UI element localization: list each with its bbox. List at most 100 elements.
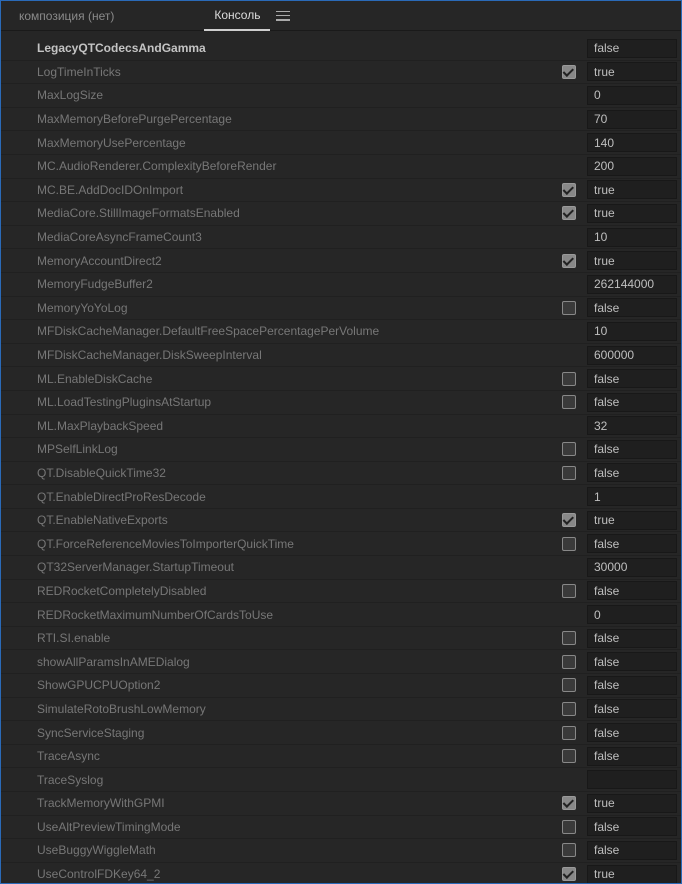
setting-checkbox[interactable] [562, 702, 576, 716]
setting-value-input[interactable]: false [587, 581, 677, 600]
setting-name: MC.BE.AddDocIDOnImport [1, 183, 555, 197]
setting-name: showAllParamsInAMEDialog [1, 655, 555, 669]
setting-value-input[interactable]: 0 [587, 86, 677, 105]
setting-name: TraceSyslog [1, 773, 555, 787]
setting-checkbox[interactable] [562, 655, 576, 669]
setting-value-input[interactable]: 1 [587, 487, 677, 506]
setting-value-input[interactable]: 600000 [587, 346, 677, 365]
setting-value-input[interactable]: 10 [587, 322, 677, 341]
settings-row: QT.ForceReferenceMoviesToImporterQuickTi… [1, 532, 681, 556]
setting-checkbox[interactable] [562, 513, 576, 527]
settings-list: LegacyQTCodecsAndGammafalse LogTimeInTick… [1, 31, 681, 883]
setting-checkbox[interactable] [562, 796, 576, 810]
setting-checkbox-cell [555, 442, 583, 456]
setting-checkbox[interactable] [562, 584, 576, 598]
setting-checkbox[interactable] [562, 395, 576, 409]
setting-checkbox[interactable] [562, 206, 576, 220]
setting-checkbox[interactable] [562, 820, 576, 834]
setting-value-input[interactable]: true [587, 204, 677, 223]
setting-value-input[interactable]: true [587, 511, 677, 530]
setting-value-input[interactable] [587, 770, 677, 789]
setting-checkbox[interactable] [562, 183, 576, 197]
setting-value-input[interactable]: false [587, 699, 677, 718]
setting-value-input[interactable]: true [587, 62, 677, 81]
setting-checkbox-cell [555, 301, 583, 315]
settings-row: MaxMemoryBeforePurgePercentage70 [1, 108, 681, 132]
setting-name: ShowGPUCPUOption2 [1, 678, 555, 692]
setting-value-input[interactable]: false [587, 440, 677, 459]
setting-checkbox[interactable] [562, 372, 576, 386]
settings-row: REDRocketMaximumNumberOfCardsToUse0 [1, 603, 681, 627]
settings-row: MediaCoreAsyncFrameCount310 [1, 226, 681, 250]
setting-name: ML.LoadTestingPluginsAtStartup [1, 395, 555, 409]
settings-row: TraceAsyncfalse [1, 745, 681, 769]
tab-console[interactable]: Консоль [204, 1, 270, 31]
setting-checkbox[interactable] [562, 466, 576, 480]
setting-value-input[interactable]: 200 [587, 157, 677, 176]
setting-checkbox[interactable] [562, 726, 576, 740]
setting-name: TrackMemoryWithGPMI [1, 796, 555, 810]
setting-name: ML.MaxPlaybackSpeed [1, 419, 555, 433]
setting-checkbox[interactable] [562, 867, 576, 881]
setting-name: REDRocketCompletelyDisabled [1, 584, 555, 598]
setting-value-input[interactable]: false [587, 652, 677, 671]
setting-name: QT.EnableDirectProResDecode [1, 490, 555, 504]
setting-name: ML.EnableDiskCache [1, 372, 555, 386]
setting-value-input[interactable]: 262144000 [587, 275, 677, 294]
setting-name: MemoryAccountDirect2 [1, 254, 555, 268]
setting-name: MFDiskCacheManager.DiskSweepInterval [1, 348, 555, 362]
setting-value-input[interactable]: true [587, 180, 677, 199]
setting-checkbox-cell [555, 655, 583, 669]
setting-checkbox-cell [555, 466, 583, 480]
settings-row: LegacyQTCodecsAndGammafalse [1, 37, 681, 61]
setting-value-input[interactable]: 0 [587, 605, 677, 624]
setting-value-input[interactable]: false [587, 747, 677, 766]
setting-checkbox-cell [555, 183, 583, 197]
settings-row: MemoryFudgeBuffer2262144000 [1, 273, 681, 297]
setting-value-input[interactable]: false [587, 534, 677, 553]
setting-value-input[interactable]: true [587, 865, 677, 883]
setting-name: MaxMemoryUsePercentage [1, 136, 555, 150]
setting-checkbox[interactable] [562, 749, 576, 763]
setting-value-input[interactable]: true [587, 251, 677, 270]
setting-name: MediaCore.StillImageFormatsEnabled [1, 206, 555, 220]
setting-value-input[interactable]: 140 [587, 133, 677, 152]
setting-checkbox-cell [555, 867, 583, 881]
setting-name: UseAltPreviewTimingMode [1, 820, 555, 834]
setting-value-input[interactable]: false [587, 817, 677, 836]
setting-name: LogTimeInTicks [1, 65, 555, 79]
setting-checkbox[interactable] [562, 843, 576, 857]
setting-checkbox[interactable] [562, 442, 576, 456]
settings-row: QT.EnableNativeExportstrue [1, 509, 681, 533]
setting-value-input[interactable]: true [587, 794, 677, 813]
setting-name: QT.DisableQuickTime32 [1, 466, 555, 480]
setting-checkbox[interactable] [562, 65, 576, 79]
setting-value-input[interactable]: false [587, 676, 677, 695]
setting-value-input[interactable]: false [587, 298, 677, 317]
setting-value-input[interactable]: false [587, 841, 677, 860]
setting-checkbox[interactable] [562, 537, 576, 551]
settings-row: TrackMemoryWithGPMI true [1, 792, 681, 816]
setting-value-input[interactable]: false [587, 723, 677, 742]
setting-value-input[interactable]: 30000 [587, 558, 677, 577]
setting-checkbox-cell [555, 796, 583, 810]
setting-name: MFDiskCacheManager.DefaultFreeSpacePerce… [1, 324, 555, 338]
setting-value-input[interactable]: false [587, 39, 677, 58]
setting-value-input[interactable]: 10 [587, 228, 677, 247]
setting-checkbox[interactable] [562, 301, 576, 315]
setting-value-input[interactable]: false [587, 463, 677, 482]
setting-value-input[interactable]: false [587, 629, 677, 648]
settings-row: MC.BE.AddDocIDOnImport true [1, 179, 681, 203]
setting-checkbox-cell [555, 726, 583, 740]
setting-value-input[interactable]: false [587, 393, 677, 412]
setting-checkbox[interactable] [562, 254, 576, 268]
setting-value-input[interactable]: 70 [587, 110, 677, 129]
setting-value-input[interactable]: false [587, 369, 677, 388]
setting-checkbox[interactable] [562, 678, 576, 692]
setting-checkbox[interactable] [562, 631, 576, 645]
tab-composition[interactable]: композиция (нет) [9, 1, 124, 31]
setting-checkbox-cell [555, 537, 583, 551]
setting-checkbox-cell [555, 843, 583, 857]
panel-menu-icon[interactable] [276, 9, 290, 23]
setting-value-input[interactable]: 32 [587, 416, 677, 435]
